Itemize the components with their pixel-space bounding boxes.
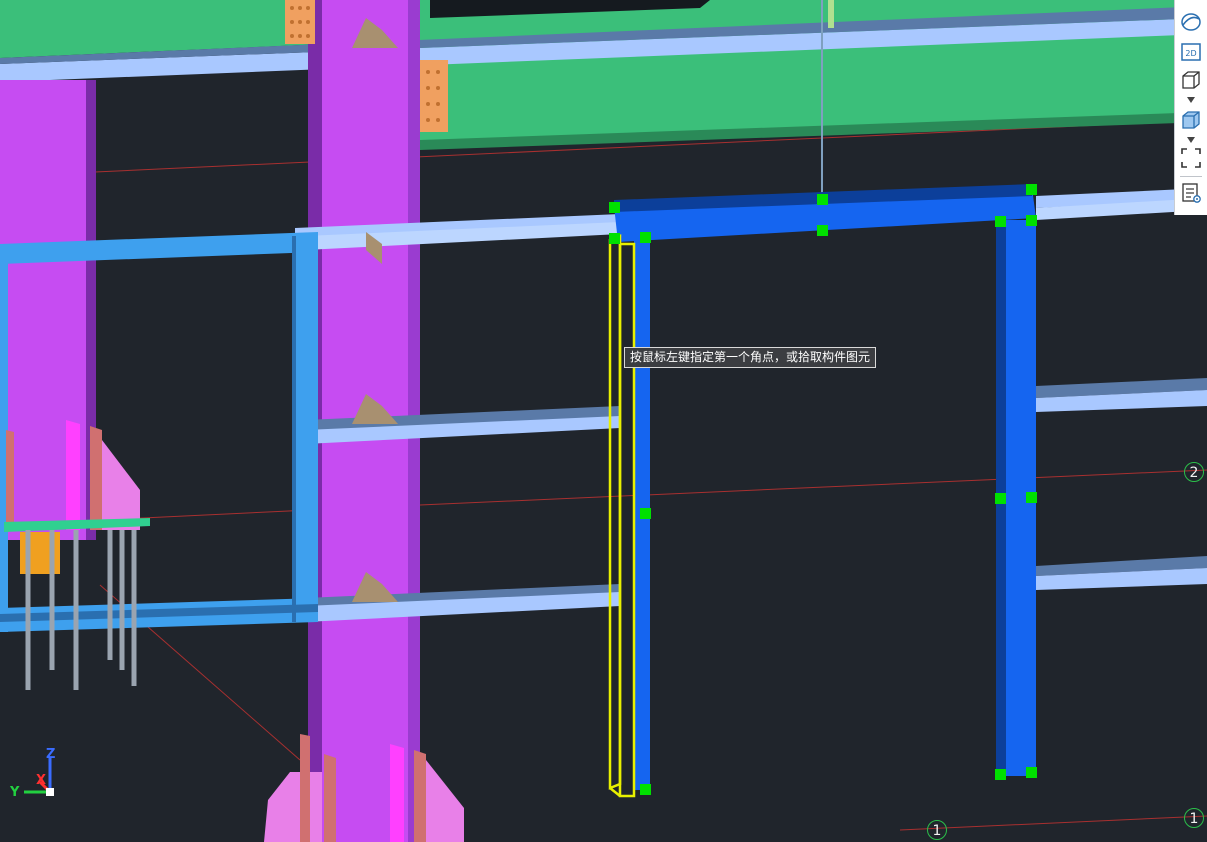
- highlighted-column[interactable]: [608, 234, 636, 798]
- grid-lines: [94, 61, 1207, 831]
- hanger-top: [828, 0, 834, 28]
- model-scene[interactable]: [0, 0, 1207, 842]
- grip-points[interactable]: [609, 184, 1037, 795]
- chevron-down-icon[interactable]: [1187, 97, 1195, 103]
- view-2d-label: 2D: [1185, 49, 1196, 58]
- shaded-box-icon[interactable]: [1179, 108, 1203, 132]
- y-axis-label: Y: [10, 785, 20, 800]
- purlins[interactable]: [295, 188, 1207, 622]
- zoom-extents-icon[interactable]: [1179, 146, 1203, 170]
- command-prompt-tooltip: 按鼠标左键指定第一个角点，或拾取构件图元: [624, 347, 877, 368]
- properties-view-icon[interactable]: [1179, 181, 1203, 205]
- grid-axis-bubble-1-right[interactable]: 1: [1184, 808, 1204, 828]
- view-2d-icon[interactable]: 2D: [1179, 40, 1203, 64]
- chevron-down-icon[interactable]: [1187, 137, 1195, 143]
- toolbar-separator: [1180, 176, 1202, 177]
- 3d-viewport[interactable]: Z Y X 2 1 1 按鼠标左键指定第一个角点，或拾取构件图元 2D: [0, 0, 1207, 842]
- grid-axis-bubble-1-bottom[interactable]: 1: [927, 820, 947, 840]
- x-axis-label: X: [36, 773, 47, 788]
- z-axis-label: Z: [46, 747, 56, 762]
- grid-axis-bubble-2[interactable]: 2: [1184, 462, 1204, 482]
- left-magenta-column[interactable]: [0, 80, 96, 540]
- orbit-icon[interactable]: [1179, 10, 1203, 34]
- view-toolbar: 2D: [1174, 0, 1207, 215]
- wireframe-box-icon[interactable]: [1179, 68, 1203, 92]
